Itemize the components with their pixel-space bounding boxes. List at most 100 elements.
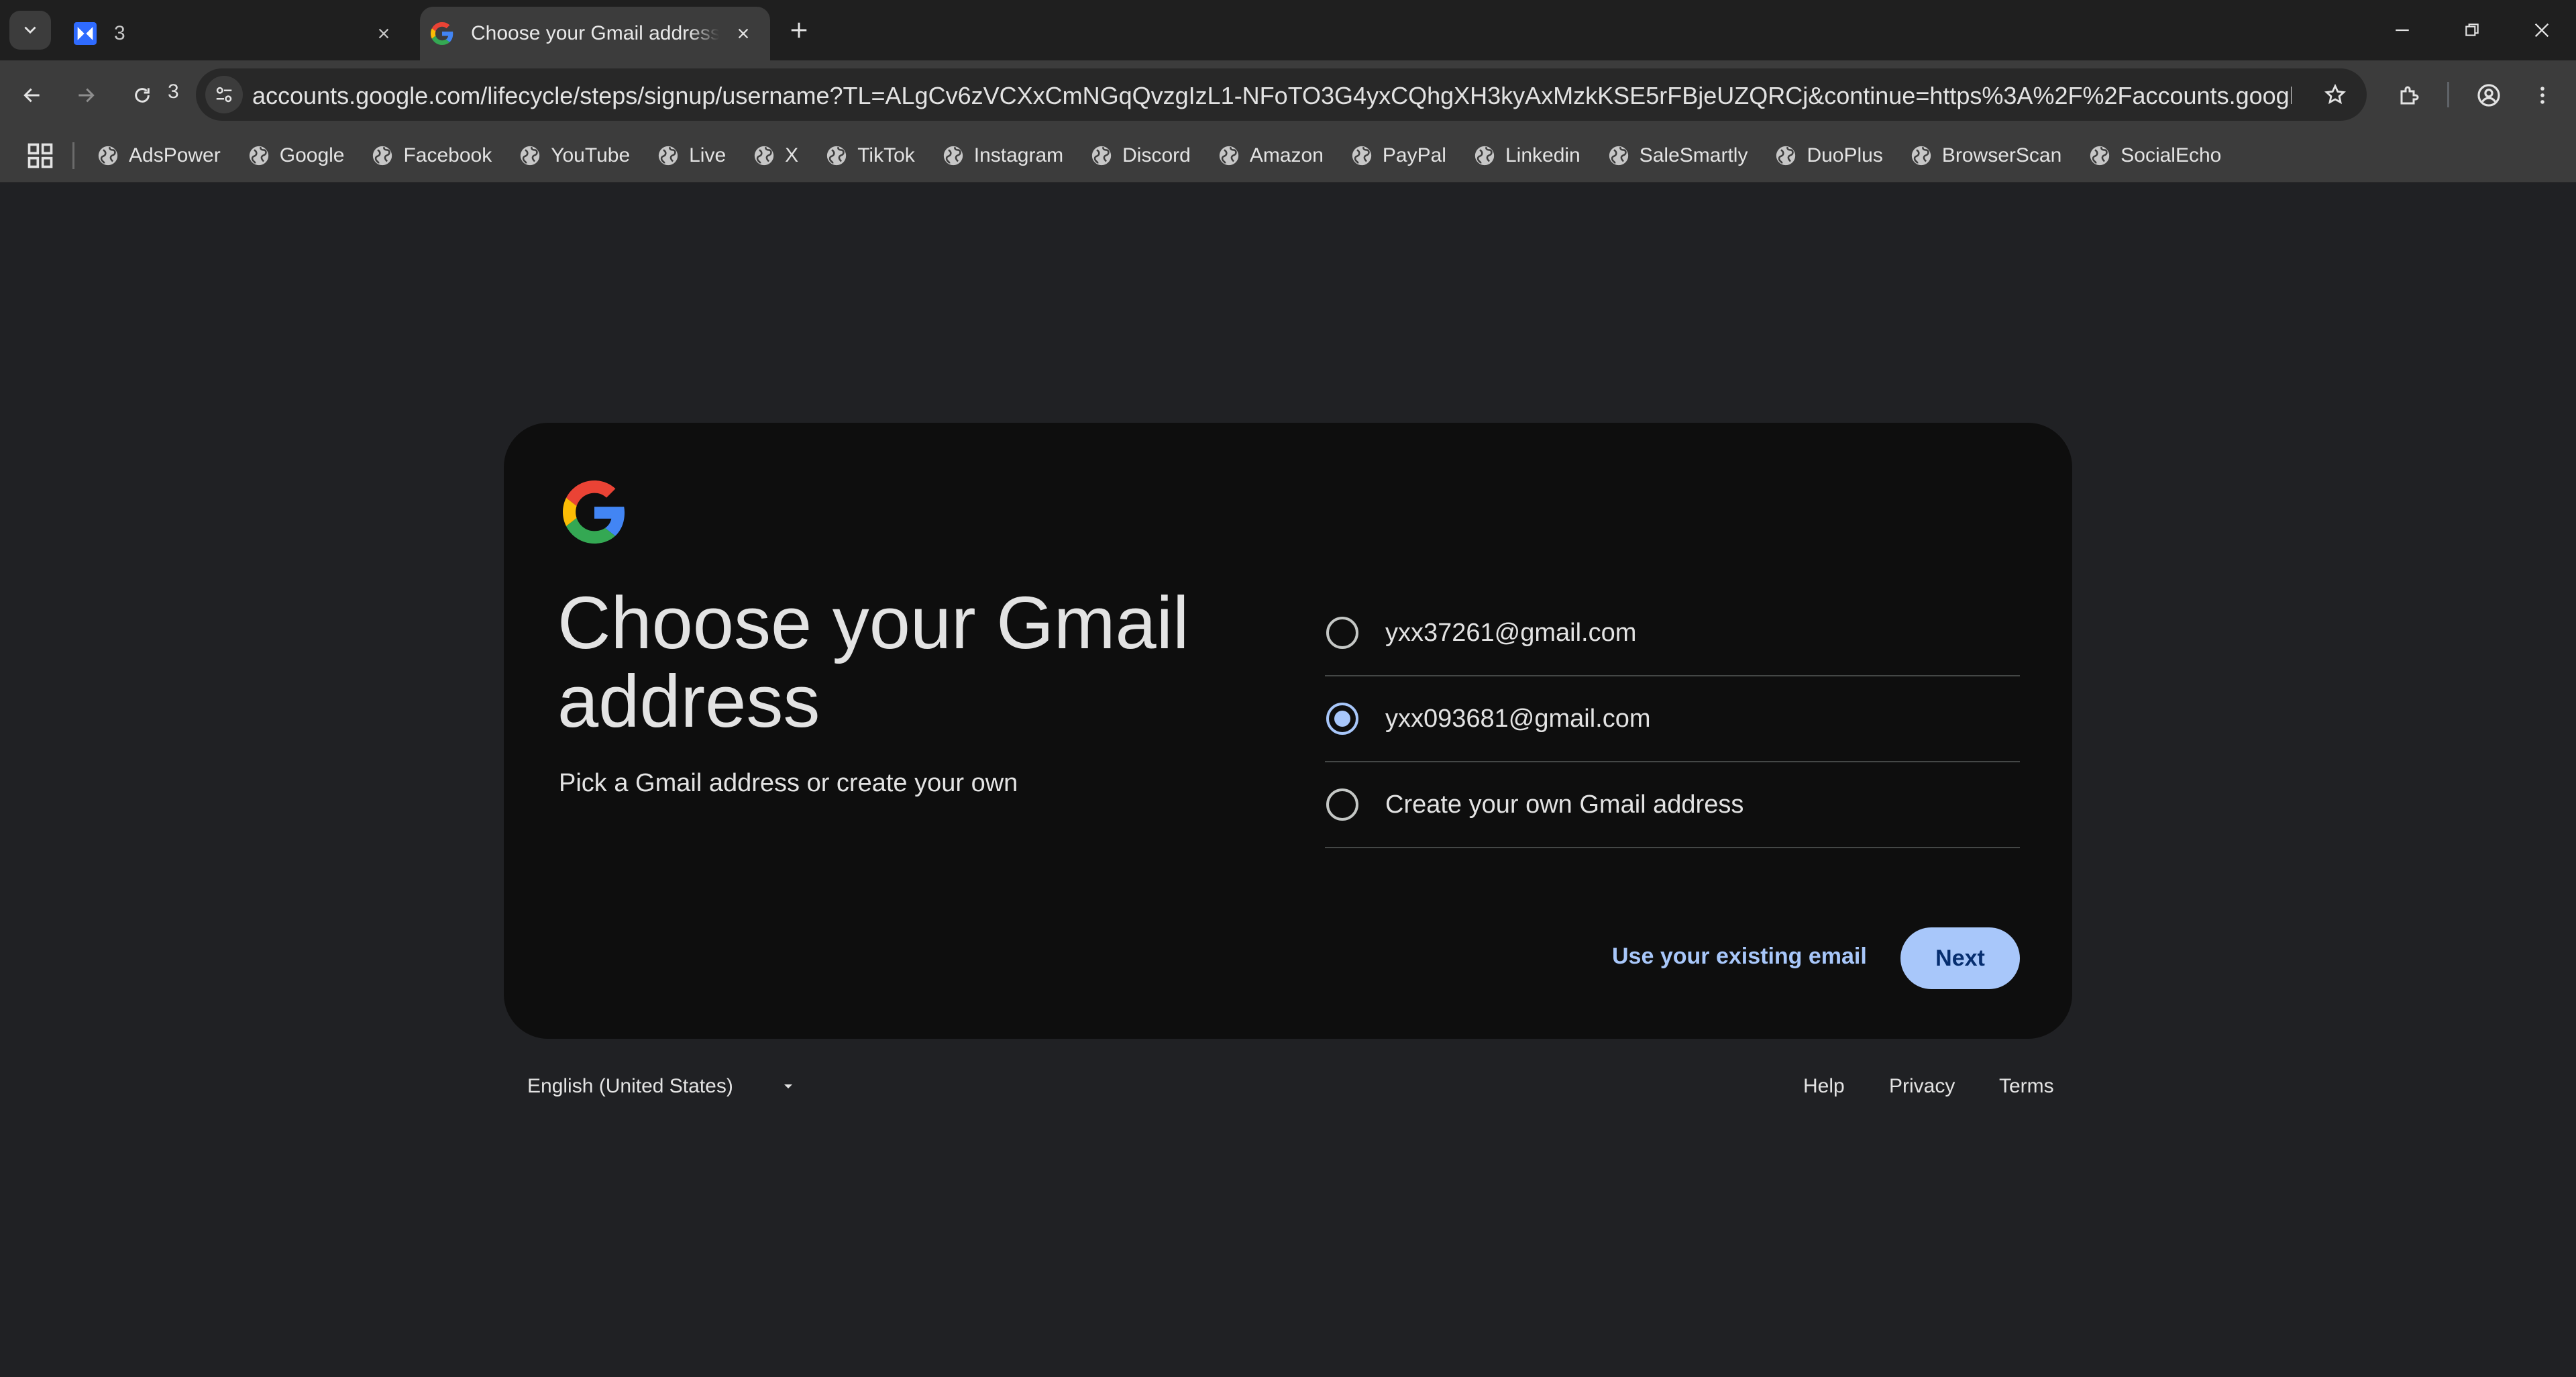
- language-label: English (United States): [527, 1075, 733, 1097]
- option-suggested-address-2[interactable]: yxx093681@gmail.com: [1325, 676, 2020, 762]
- close-tab-button[interactable]: [372, 21, 396, 46]
- help-link[interactable]: Help: [1803, 1075, 1845, 1098]
- bookmark-label: X: [785, 144, 799, 166]
- bookmark-item[interactable]: Amazon: [1218, 144, 1324, 167]
- option-suggested-address-1[interactable]: yxx37261@gmail.com: [1325, 591, 2020, 676]
- chevron-down-icon: [24, 26, 36, 34]
- arrow-right-icon: [78, 88, 95, 103]
- globe-icon: [658, 146, 678, 166]
- bookmark-label: AdsPower: [129, 144, 221, 166]
- language-selector[interactable]: English (United States): [527, 1075, 796, 1098]
- bookmark-item[interactable]: Linkedin: [1473, 144, 1580, 167]
- puzzle-icon: [2400, 86, 2419, 105]
- bookmark-label: Discord: [1122, 144, 1191, 166]
- bookmark-item[interactable]: TikTok: [825, 144, 915, 167]
- bookmark-item[interactable]: PayPal: [1350, 144, 1446, 167]
- close-window-button[interactable]: [2525, 13, 2559, 47]
- minimize-button[interactable]: [2385, 13, 2419, 47]
- bookmark-item[interactable]: BrowserScan: [1910, 144, 2061, 167]
- reload-badge: 3: [168, 81, 179, 103]
- bookmark-item[interactable]: Facebook: [371, 144, 492, 167]
- bookmark-item[interactable]: YouTube: [519, 144, 630, 167]
- globe-icon: [943, 146, 963, 166]
- bookmark-item[interactable]: Discord: [1090, 144, 1191, 167]
- restore-button[interactable]: [2455, 13, 2489, 47]
- bookmark-item[interactable]: SaleSmartly: [1607, 144, 1748, 167]
- bookmark-label: Linkedin: [1505, 144, 1580, 166]
- option-label: Create your own Gmail address: [1385, 790, 1744, 819]
- tune-icon: [216, 87, 232, 103]
- privacy-link[interactable]: Privacy: [1889, 1075, 1955, 1098]
- back-button[interactable]: [13, 76, 51, 114]
- bookmark-item[interactable]: X: [753, 144, 798, 167]
- bookmarks-bar: AdsPower Google Facebook YouTube Live X TikTok…: [0, 129, 2576, 183]
- bookmark-star-button[interactable]: [2320, 79, 2351, 110]
- bookmark-label: TikTok: [857, 144, 915, 166]
- bookmark-label: Instagram: [973, 144, 1064, 166]
- bookmark-item[interactable]: Live: [657, 144, 726, 167]
- page-subtitle: Pick a Gmail address or create your own: [559, 769, 1018, 797]
- globe-icon: [249, 146, 268, 166]
- globe-icon: [98, 146, 118, 166]
- globe-icon: [373, 146, 392, 166]
- account-circle-icon: [2477, 84, 2500, 107]
- tab-search-button[interactable]: [9, 11, 51, 50]
- apps-grid-icon[interactable]: [25, 141, 55, 170]
- globe-icon: [1776, 146, 1796, 166]
- bookmark-item[interactable]: DuoPlus: [1774, 144, 1883, 167]
- bookmark-label: SaleSmartly: [1639, 144, 1748, 166]
- tab-label: Choose your Gmail address - Google Accou…: [471, 22, 719, 44]
- globe-icon: [1474, 146, 1495, 166]
- google-logo-icon: [563, 480, 625, 544]
- close-icon: [378, 28, 389, 39]
- bookmark-list: AdsPower Google Facebook YouTube Live X TikTok…: [97, 129, 2248, 183]
- globe-icon: [1091, 146, 1112, 166]
- reload-button[interactable]: [123, 76, 161, 114]
- bookmark-item[interactable]: AdsPower: [97, 144, 221, 167]
- site-info-button[interactable]: [205, 76, 243, 113]
- globe-icon: [521, 146, 540, 166]
- option-label: yxx093681@gmail.com: [1385, 704, 1651, 733]
- radio-button[interactable]: [1326, 788, 1358, 821]
- bookmark-label: Google: [279, 144, 345, 166]
- extensions-button[interactable]: [2391, 76, 2428, 114]
- globe-icon: [1911, 146, 1931, 166]
- signup-card: Choose your Gmail address Pick a Gmail a…: [504, 423, 2072, 1039]
- next-button[interactable]: Next: [1900, 927, 2020, 989]
- restore-icon: [2465, 23, 2479, 36]
- radio-button-selected[interactable]: [1326, 703, 1358, 735]
- globe-icon: [1609, 146, 1628, 166]
- tab-label: 3: [114, 22, 125, 44]
- minimize-icon: [2396, 29, 2409, 32]
- bookmark-item[interactable]: Instagram: [942, 144, 1063, 167]
- globe-icon: [1219, 146, 1239, 166]
- address-bar[interactable]: accounts.google.com/lifecycle/steps/sign…: [196, 68, 2367, 121]
- tab-choose-gmail[interactable]: Choose your Gmail address - Google Accou…: [420, 7, 770, 60]
- bookmark-item[interactable]: SocialEcho: [2088, 144, 2221, 167]
- option-create-own-address[interactable]: Create your own Gmail address: [1325, 762, 2020, 848]
- tab-adspower[interactable]: 3: [62, 7, 411, 60]
- radio-button[interactable]: [1326, 617, 1358, 649]
- caret-down-icon: [784, 1084, 792, 1088]
- plus-icon: [791, 22, 807, 38]
- menu-button[interactable]: [2524, 76, 2561, 114]
- option-label: yxx37261@gmail.com: [1385, 618, 1637, 647]
- page-title: Choose your Gmail address: [557, 582, 1189, 743]
- forward-button[interactable]: [67, 76, 105, 114]
- google-favicon-icon: [431, 22, 453, 45]
- address-options: yxx37261@gmail.com yxx093681@gmail.com C…: [1325, 591, 2020, 848]
- bookmark-label: BrowserScan: [1941, 144, 2062, 166]
- more-vert-icon: [2540, 87, 2544, 104]
- globe-icon: [2090, 146, 2110, 166]
- close-tab-button[interactable]: [731, 21, 755, 46]
- star-icon: [2324, 83, 2347, 105]
- bookmark-item[interactable]: Google: [248, 144, 345, 167]
- profile-button[interactable]: [2470, 76, 2508, 114]
- bookmark-label: Facebook: [403, 144, 492, 166]
- url-text[interactable]: accounts.google.com/lifecycle/steps/sign…: [252, 82, 2292, 110]
- terms-link[interactable]: Terms: [1999, 1075, 2054, 1098]
- use-existing-email-link[interactable]: Use your existing email: [1612, 944, 1867, 970]
- new-tab-button[interactable]: [784, 15, 814, 46]
- bookmark-label: YouTube: [551, 144, 631, 166]
- close-icon: [738, 28, 749, 39]
